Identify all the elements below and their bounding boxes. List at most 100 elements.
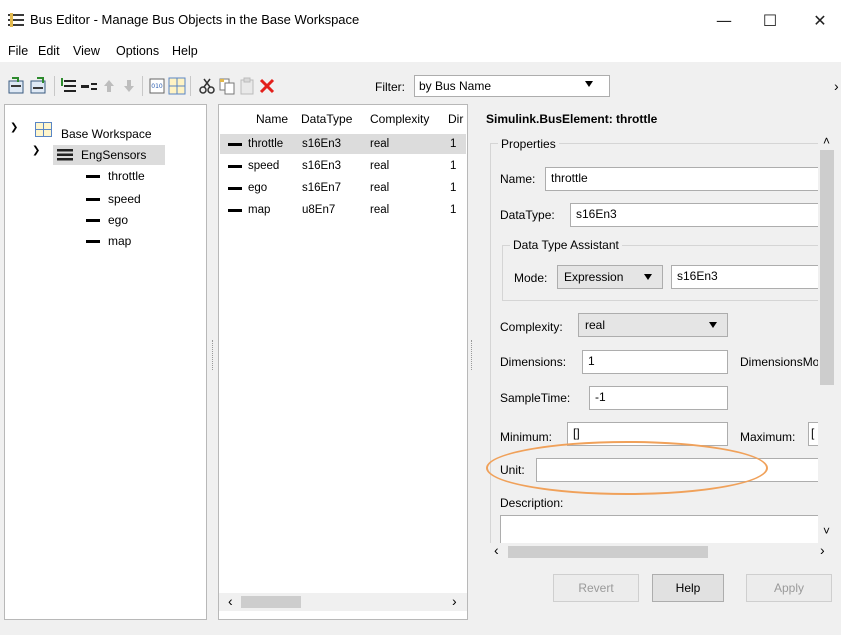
menu-options[interactable]: Options [116, 44, 159, 58]
properties-group-label: Properties [498, 137, 559, 151]
grid-view-icon[interactable] [168, 77, 186, 95]
signal-element-icon [86, 219, 100, 222]
list-row[interactable]: ego s16En7 real 1 [220, 178, 466, 198]
add-bus-child-icon[interactable] [30, 77, 48, 95]
cell-name: speed [248, 160, 280, 172]
copy-icon[interactable] [218, 77, 236, 95]
bus-icon [57, 149, 73, 161]
tree-item-base-workspace[interactable]: Base Workspace [61, 127, 152, 141]
filter-dropdown[interactable]: by Bus Name [414, 75, 610, 97]
cell-name: map [248, 204, 271, 216]
scroll-left-icon[interactable]: ‹ [494, 542, 499, 558]
list-row[interactable]: map u8En7 real 1 [220, 200, 466, 220]
cell-name: throttle [248, 138, 284, 150]
maximize-button[interactable]: ☐ [750, 8, 790, 34]
scroll-down-icon[interactable]: ˅ [823, 524, 830, 538]
splitter-handle[interactable] [471, 340, 473, 370]
toolbar-separator [142, 76, 143, 96]
datatype-label: DataType: [500, 208, 555, 222]
move-down-icon[interactable] [120, 77, 138, 95]
tree-item-speed[interactable]: speed [108, 192, 141, 206]
paste-icon[interactable] [238, 77, 256, 95]
sampletime-field[interactable]: -1 [589, 386, 728, 410]
mode-expression-field[interactable]: s16En3 [671, 265, 820, 289]
add-bus-icon[interactable] [8, 77, 26, 95]
signal-element-icon [228, 143, 242, 146]
column-header-dimensions[interactable]: Dir [448, 112, 463, 126]
cell-dimensions: 1 [450, 160, 457, 172]
tree-item-throttle[interactable]: throttle [108, 169, 145, 183]
splitter-handle[interactable] [212, 340, 214, 370]
complexity-dropdown[interactable]: real [578, 313, 728, 337]
signal-element-icon [228, 187, 242, 190]
cell-complexity: real [370, 160, 390, 172]
toolbar-separator [54, 76, 55, 96]
move-up-icon[interactable] [100, 77, 118, 95]
name-label: Name: [500, 172, 536, 186]
menu-file[interactable]: File [8, 44, 28, 58]
scroll-right-icon[interactable]: › [820, 542, 825, 558]
bus-editor-app-icon [8, 13, 24, 27]
datatype-field[interactable]: s16En3 [570, 203, 820, 227]
list-row[interactable]: speed s16En3 real 1 [220, 156, 466, 176]
complexity-label: Complexity: [500, 320, 563, 334]
dimensions-field[interactable]: 1 [582, 350, 728, 374]
properties-hscroll-thumb[interactable] [508, 546, 708, 558]
cell-complexity: real [370, 204, 390, 216]
dimensionsmode-label: DimensionsMo [740, 355, 818, 369]
menu-edit[interactable]: Edit [38, 44, 60, 58]
scroll-left-icon[interactable]: ‹ [228, 593, 233, 609]
window-title: Bus Editor - Manage Bus Objects in the B… [30, 12, 360, 27]
delete-element-icon[interactable] [80, 77, 98, 95]
chevron-down-icon [585, 81, 593, 87]
description-label: Description: [500, 496, 564, 510]
tree-item-map[interactable]: map [108, 234, 131, 248]
column-header-complexity[interactable]: Complexity [370, 112, 429, 126]
column-header-name[interactable]: Name [256, 112, 288, 126]
close-button[interactable]: ✕ [800, 8, 840, 34]
mode-dropdown[interactable]: Expression [557, 265, 663, 289]
menu-bar: File Edit View Options Help [0, 40, 841, 62]
create-bus-from-block-icon[interactable]: 010 [148, 77, 166, 95]
collapse-chevron-icon[interactable]: ❯ [32, 145, 40, 156]
signal-element-icon [228, 209, 242, 212]
workspace-tree-panel [4, 104, 207, 620]
sampletime-label: SampleTime: [500, 391, 571, 405]
description-field[interactable] [500, 515, 820, 545]
revert-button[interactable]: Revert [553, 574, 639, 602]
data-type-assistant-label: Data Type Assistant [510, 238, 622, 252]
title-bar: Bus Editor - Manage Bus Objects in the B… [0, 0, 841, 40]
help-button[interactable]: Help [652, 574, 724, 602]
list-scrollbar-thumb[interactable] [241, 596, 301, 608]
cell-datatype: u8En7 [302, 204, 336, 216]
collapse-chevron-icon[interactable]: ❯ [10, 122, 18, 133]
cell-datatype: s16En3 [302, 138, 342, 150]
cell-dimensions: 1 [450, 204, 457, 216]
scroll-right-icon[interactable]: › [452, 593, 457, 609]
signal-element-icon [86, 240, 100, 243]
tree-item-ego[interactable]: ego [108, 213, 128, 227]
filter-label: Filter: [375, 80, 405, 94]
menu-view[interactable]: View [73, 44, 100, 58]
cell-datatype: s16En7 [302, 182, 342, 194]
properties-heading: Simulink.BusElement: throttle [486, 112, 658, 126]
name-field[interactable]: throttle [545, 167, 820, 191]
cell-name: ego [248, 182, 268, 194]
dimensions-label: Dimensions: [500, 355, 567, 369]
filter-dropdown-value: by Bus Name [419, 79, 492, 93]
minimize-button[interactable]: — [704, 8, 744, 34]
tree-item-engsensors[interactable]: EngSensors [81, 148, 146, 162]
signal-element-icon [228, 165, 242, 168]
delete-icon[interactable] [258, 77, 276, 95]
list-row[interactable]: throttle s16En3 real 1 [220, 134, 466, 154]
toolbar-overflow-chevron-icon[interactable]: › [834, 78, 839, 94]
properties-vscroll-thumb[interactable] [820, 150, 834, 385]
cell-complexity: real [370, 182, 390, 194]
cut-icon[interactable] [198, 77, 216, 95]
column-header-datatype[interactable]: DataType [301, 112, 352, 126]
menu-help[interactable]: Help [172, 44, 198, 58]
cell-dimensions: 1 [450, 138, 457, 150]
insert-element-icon[interactable] [60, 77, 78, 95]
apply-button[interactable]: Apply [746, 574, 832, 602]
scroll-up-icon[interactable]: ˄ [823, 134, 830, 148]
